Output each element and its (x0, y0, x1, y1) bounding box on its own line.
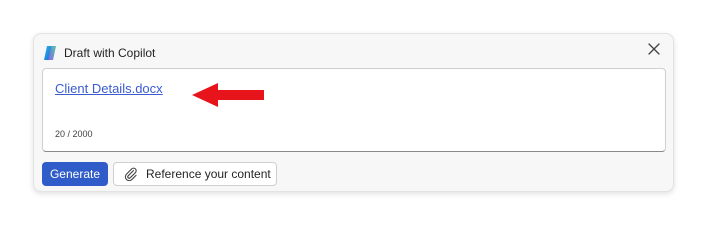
paperclip-icon (124, 167, 138, 182)
panel-header: Draft with Copilot (42, 44, 155, 62)
red-arrow-annotation (190, 81, 266, 114)
close-button[interactable] (645, 42, 663, 60)
reference-label: Reference your content (146, 167, 271, 181)
character-counter: 20 / 2000 (55, 129, 93, 139)
close-icon (648, 42, 660, 60)
panel-title: Draft with Copilot (64, 46, 156, 60)
draft-with-copilot-panel: Draft with Copilot Client Details.docx 2… (33, 33, 674, 192)
copilot-icon (42, 45, 58, 61)
generate-button[interactable]: Generate (42, 162, 108, 186)
attachment-link[interactable]: Client Details.docx (55, 81, 163, 96)
prompt-editor[interactable]: Client Details.docx 20 / 2000 (42, 68, 666, 152)
reference-content-button[interactable]: Reference your content (113, 162, 277, 186)
